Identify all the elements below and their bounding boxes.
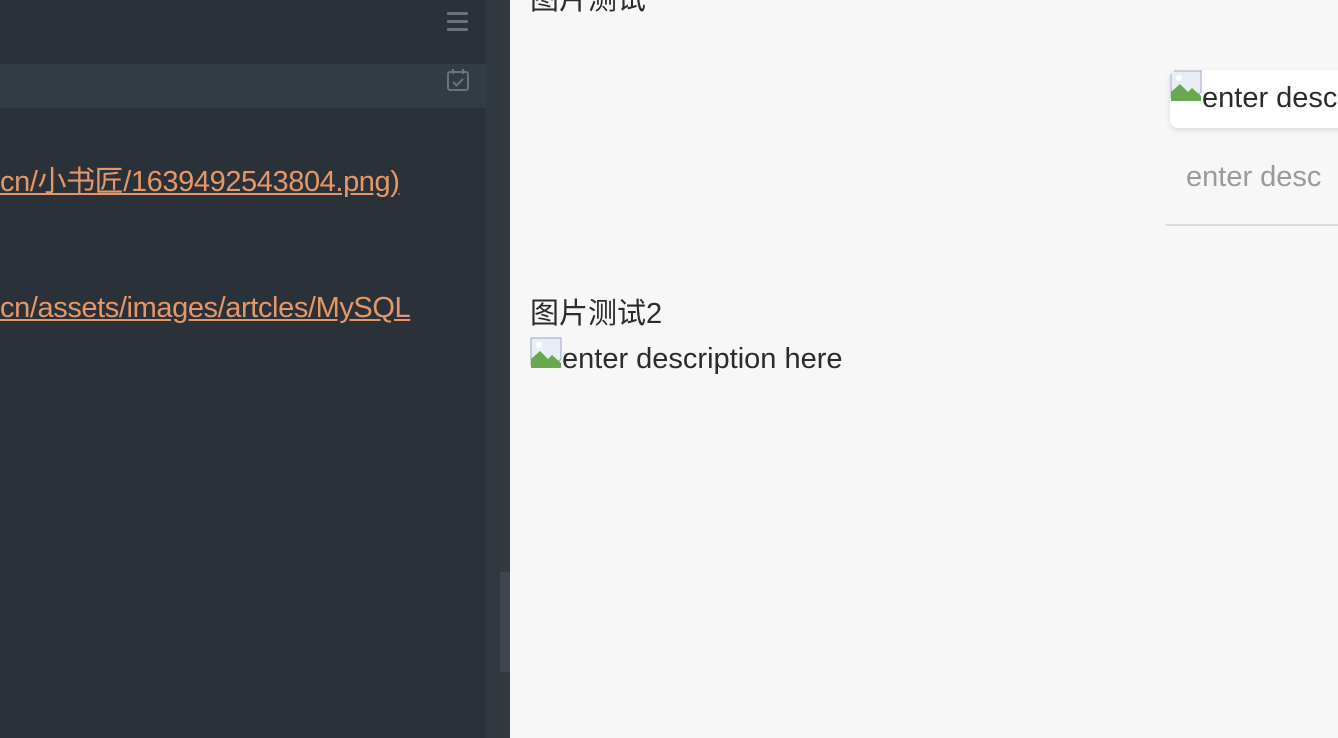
editor-secondary-toolbar [0,64,486,108]
markdown-editor[interactable]: cn/小书匠/1639492543804.png) cn/assets/imag… [0,0,486,738]
image-card-alt-text: enter desc [1202,82,1338,114]
editor-toolbar [0,0,486,64]
preview-heading-1: 图片测试 [530,0,647,16]
preview-heading-2: 图片测试2 [530,298,663,330]
editor-link-line-2[interactable]: cn/assets/images/artcles/MySQL [0,292,411,325]
calendar-check-icon[interactable] [446,68,470,92]
image-card[interactable]: enter desc [1170,70,1338,128]
broken-image-icon [530,337,562,368]
broken-image-icon [1170,70,1202,101]
broken-image: enter description here [530,337,843,381]
image-caption-input[interactable]: enter desc [1166,140,1338,226]
broken-image-alt-text: enter description here [562,342,843,375]
editor-scrollbar-thumb[interactable] [500,572,510,672]
hamburger-menu-icon[interactable] [446,12,470,34]
markdown-preview: 图片测试 enter desc enter desc 图片测试2 enter d… [510,0,1338,738]
editor-link-line-1[interactable]: cn/小书匠/1639492543804.png) [0,158,400,200]
